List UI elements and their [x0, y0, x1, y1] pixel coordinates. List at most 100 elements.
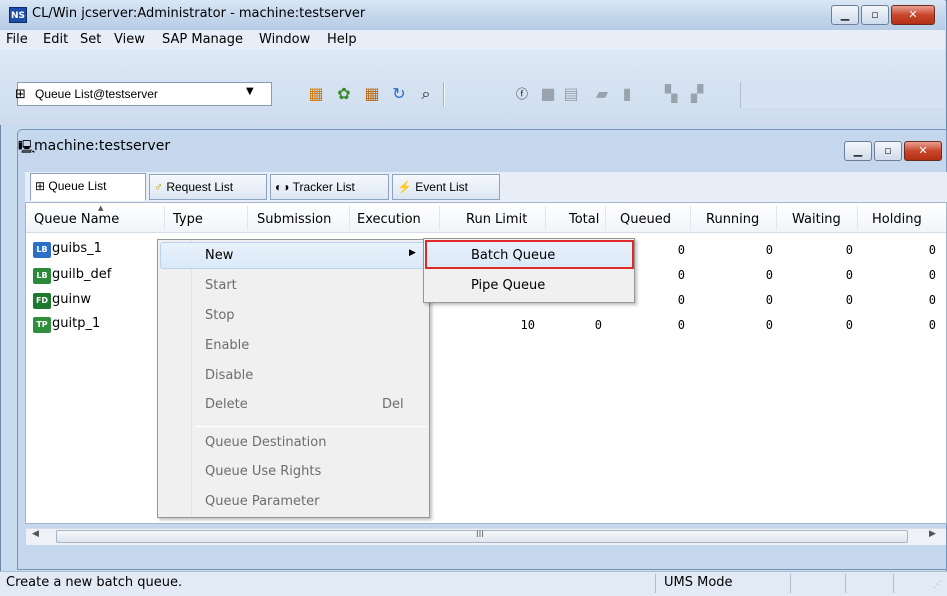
cell-waiting: 0 — [845, 293, 853, 307]
cell-holding: 0 — [928, 268, 936, 282]
menu-item-queue-use-rights[interactable]: Queue Use Rights — [205, 464, 321, 479]
help-icon[interactable]: ⓕ — [511, 83, 533, 105]
menu-window[interactable]: Window — [259, 32, 310, 47]
menu-item-new[interactable]: New — [205, 248, 233, 263]
toolbar-separator — [443, 82, 445, 106]
column-separator[interactable] — [605, 206, 606, 230]
job-icon: ▞ — [690, 84, 704, 103]
column-header[interactable]: Submission — [257, 212, 331, 227]
cell-total: 0 — [594, 318, 602, 332]
window-title: CL/Win jcserver:Administrator - machine:… — [32, 6, 366, 21]
queue-icon[interactable]: ▦ — [305, 83, 327, 105]
column-header[interactable]: Run Limit — [466, 212, 527, 227]
menu-item-batch-queue[interactable]: Batch Queue — [471, 248, 555, 263]
find-icon[interactable]: ⌕ — [415, 83, 437, 105]
child-close-button[interactable]: ✕ — [904, 141, 942, 161]
menu-edit[interactable]: Edit — [43, 32, 68, 47]
maximize-button[interactable]: ▫ — [861, 5, 889, 25]
column-header[interactable]: Waiting — [792, 212, 841, 227]
menu-item-queue-destination[interactable]: Queue Destination — [205, 435, 326, 450]
menu-gutter — [191, 240, 192, 517]
cell-running: 0 — [765, 268, 773, 282]
queue-list-icon: ⊞ — [15, 87, 26, 102]
request-icon: ♂ — [154, 180, 167, 194]
menu-shortcut: Del — [382, 397, 404, 412]
menu-item-enable[interactable]: Enable — [205, 338, 249, 353]
tab-request-list[interactable]: ♂ Request List — [149, 174, 267, 200]
menu-set[interactable]: Set — [80, 32, 101, 47]
menu-separator — [195, 426, 427, 427]
tab-queue-list[interactable]: ⊞ Queue List — [30, 173, 146, 201]
sort-ascending-icon: ▲ — [98, 204, 104, 212]
menu-item-start[interactable]: Start — [205, 278, 237, 293]
status-separator — [845, 574, 846, 593]
app-icon: NS — [9, 7, 27, 23]
menu-sap-manage[interactable]: SAP Manage — [162, 32, 243, 47]
status-separator — [655, 574, 656, 593]
column-separator[interactable] — [247, 206, 248, 230]
column-separator[interactable] — [439, 206, 440, 230]
cell-queued: 0 — [677, 318, 685, 332]
tab-label: Queue List — [48, 179, 107, 193]
menu-item-stop[interactable]: Stop — [205, 308, 235, 323]
resize-grip-icon[interactable]: ⋰ — [933, 580, 942, 590]
table-row[interactable]: guinw — [52, 292, 91, 307]
chevron-down-icon[interactable]: ▼ — [246, 86, 254, 97]
menu-help[interactable]: Help — [327, 32, 357, 47]
cell-queued: 0 — [677, 243, 685, 257]
view-selector-value: Queue List@testserver — [35, 87, 158, 101]
computer-icon: 🖳 — [18, 140, 36, 155]
cell-running: 0 — [765, 243, 773, 257]
scrollbar-grip: III — [476, 530, 484, 540]
menu-item-disable[interactable]: Disable — [205, 368, 253, 383]
cell-queued: 0 — [677, 293, 685, 307]
column-separator[interactable] — [690, 206, 691, 230]
job-icon: ▚ — [664, 84, 678, 103]
child-maximize-button[interactable]: ▫ — [874, 141, 902, 161]
column-separator[interactable] — [164, 206, 165, 230]
cell-holding: 0 — [928, 293, 936, 307]
column-header[interactable]: Queue Name — [34, 212, 119, 227]
cell-holding: 0 — [928, 243, 936, 257]
column-header[interactable]: Holding — [872, 212, 922, 227]
tab-tracker-list[interactable]: ◐◑ Tracker List — [270, 174, 389, 200]
menu-item-queue-parameter[interactable]: Queue Parameter — [205, 494, 319, 509]
refresh-icon[interactable]: ↻ — [388, 83, 410, 105]
column-separator[interactable] — [776, 206, 777, 230]
submenu-arrow-icon: ▶ — [409, 248, 416, 258]
child-minimize-button[interactable]: ▁ — [844, 141, 872, 161]
close-button[interactable]: ✕ — [891, 5, 935, 25]
job-icon: ■ — [540, 84, 556, 103]
menu-item-highlight — [160, 242, 427, 269]
scroll-right-icon[interactable]: ▶ — [929, 529, 936, 539]
tab-event-list[interactable]: ⚡ Event List — [392, 174, 500, 200]
status-separator — [893, 574, 894, 593]
menu-item-delete[interactable]: Delete — [205, 397, 248, 412]
table-row[interactable]: guibs_1 — [52, 241, 102, 256]
menu-item-pipe-queue[interactable]: Pipe Queue — [471, 278, 545, 293]
tab-label: Event List — [415, 180, 468, 194]
column-separator[interactable] — [349, 206, 350, 230]
column-header[interactable]: Running — [706, 212, 759, 227]
column-header[interactable]: Total — [569, 212, 599, 227]
tab-label: Tracker List — [292, 180, 355, 194]
column-header[interactable]: Type — [173, 212, 203, 227]
column-header[interactable]: Execution — [357, 212, 421, 227]
event-icon: ⚡ — [397, 180, 416, 194]
request-icon[interactable]: ✿ — [333, 83, 355, 105]
job-icon: ▮ — [622, 84, 632, 103]
tracker-icon[interactable]: ▦ — [361, 83, 383, 105]
table-row[interactable]: guilb_def — [52, 267, 111, 282]
column-separator[interactable] — [545, 206, 546, 230]
menu-view[interactable]: View — [114, 32, 145, 47]
column-header[interactable]: Queued — [620, 212, 671, 227]
minimize-button[interactable]: ▁ — [831, 5, 859, 25]
table-row[interactable]: guitp_1 — [52, 316, 100, 331]
job-icon: ▰ — [595, 84, 609, 103]
scroll-left-icon[interactable]: ◀ — [32, 529, 39, 539]
queue-list-icon: ⊞ — [35, 179, 49, 193]
menu-file[interactable]: File — [6, 32, 28, 47]
cell-running: 0 — [765, 318, 773, 332]
column-separator[interactable] — [857, 206, 858, 230]
status-message: Create a new batch queue. — [6, 575, 183, 590]
